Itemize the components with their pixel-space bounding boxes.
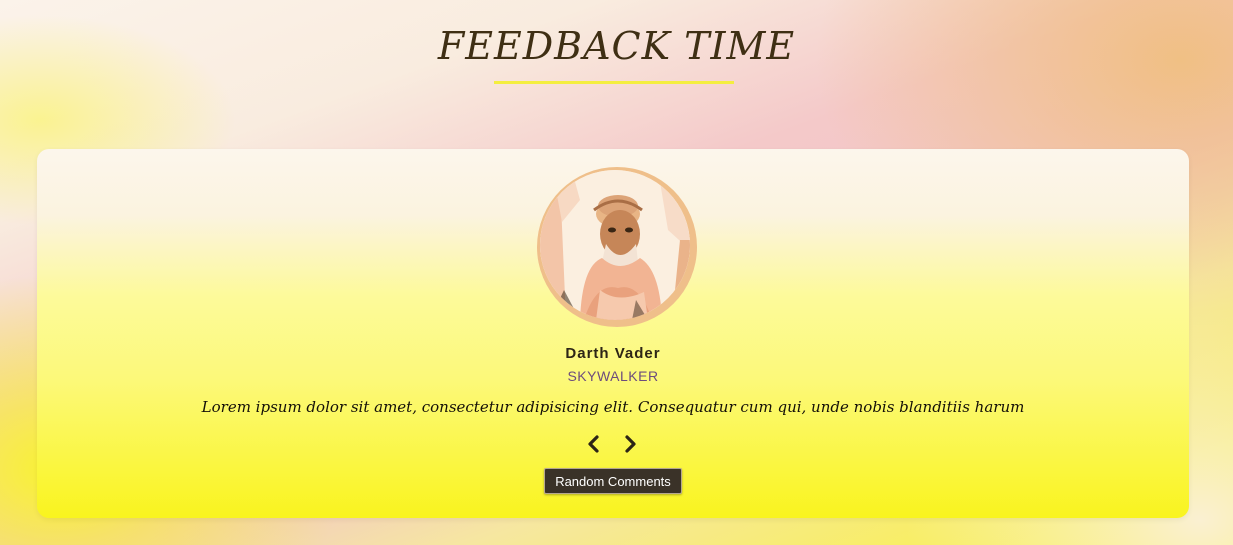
title-underline (494, 81, 734, 84)
random-comments-button[interactable]: Random Comments (544, 468, 682, 494)
review-card: Darth Vader SKYWALKER Lorem ipsum dolor … (37, 149, 1189, 518)
avatar-image (540, 170, 690, 320)
next-button[interactable] (619, 433, 641, 455)
review-text: Lorem ipsum dolor sit amet, consectetur … (201, 398, 1025, 416)
prev-button[interactable] (583, 433, 605, 455)
nav-arrows (583, 433, 643, 455)
avatar-ring (537, 167, 697, 327)
reviewer-name: Darth Vader (565, 345, 661, 362)
chevron-right-icon (625, 435, 636, 453)
page-title: FEEDBACK TIME (437, 24, 796, 68)
avatar (540, 170, 690, 320)
reviewer-job: SKYWALKER (567, 368, 659, 384)
chevron-left-icon (588, 435, 599, 453)
